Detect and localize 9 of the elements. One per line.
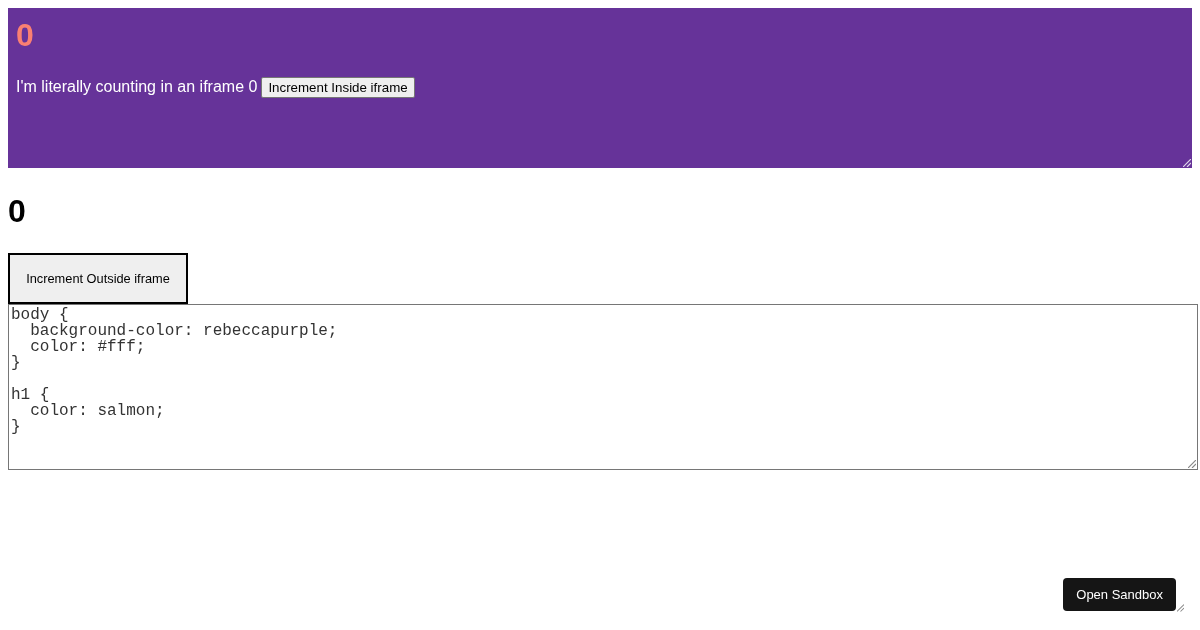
resize-grip-icon[interactable]	[1188, 460, 1196, 469]
counter-text: I'm literally counting in an iframe 0	[16, 77, 258, 98]
increment-inside-button[interactable]: Increment Inside iframe	[261, 76, 415, 99]
counter-heading: 0	[16, 16, 34, 55]
increment-outside-button[interactable]: Increment Outside iframe	[8, 253, 188, 305]
css-editor-field[interactable]: body { background-color: rebeccapurple; color: #fff; } h1 { color: salmon; }	[8, 304, 1198, 471]
resize-grip-icon[interactable]	[1177, 604, 1184, 612]
open-sandbox-button[interactable]: Open Sandbox	[1063, 578, 1176, 611]
counter-heading: 0	[8, 192, 26, 231]
